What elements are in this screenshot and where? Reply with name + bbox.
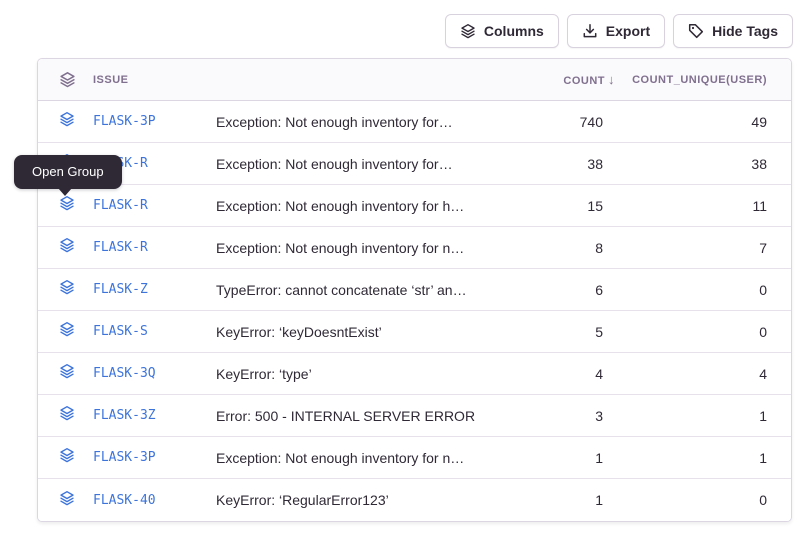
count-value: 740 [527,114,603,130]
count-unique-value: 7 [603,240,767,256]
count-value: 15 [527,198,603,214]
header-stack-icon [59,71,93,88]
stack-icon [59,405,75,426]
table-row: FLASK-3QKeyError: ‘type’44 [38,353,791,395]
issue-title: TypeError: cannot concatenate ‘str’ an… [216,282,527,298]
export-button-label: Export [606,23,650,39]
issue-link[interactable]: FLASK-3Z [93,408,216,423]
count-unique-value: 0 [603,324,767,340]
open-group-button[interactable] [59,279,93,300]
stack-icon [59,237,75,258]
table-row: FLASK-3PException: Not enough inventory … [38,437,791,479]
open-group-button[interactable] [59,195,93,216]
open-group-button[interactable] [59,237,93,258]
count-value: 4 [527,366,603,382]
table-row: FLASK-ZTypeError: cannot concatenate ‘st… [38,269,791,311]
count-value: 1 [527,450,603,466]
issue-title: Exception: Not enough inventory for n… [216,450,527,466]
open-group-button[interactable] [59,111,93,132]
count-unique-value: 1 [603,450,767,466]
issue-link[interactable]: FLASK-R [93,240,216,255]
issue-title: KeyError: ‘type’ [216,366,527,382]
count-value: 38 [527,156,603,172]
issue-link[interactable]: FLASK-3P [93,450,216,465]
count-value: 5 [527,324,603,340]
stack-icon [59,447,75,468]
count-unique-value: 49 [603,114,767,130]
issue-title: Error: 500 - INTERNAL SERVER ERROR [216,408,527,424]
count-unique-value: 1 [603,408,767,424]
issue-title: KeyError: ‘keyDoesntExist’ [216,324,527,340]
issue-link[interactable]: FLASK-R [93,198,216,213]
issue-title: KeyError: ‘RegularError123’ [216,492,527,508]
stack-icon [59,363,75,384]
tooltip-open-group: Open Group [14,155,122,189]
column-header-issue[interactable]: ISSUE [93,74,216,86]
count-value: 1 [527,492,603,508]
stack-icon [59,279,75,300]
column-header-count-unique[interactable]: COUNT_UNIQUE(USER) [603,74,767,86]
columns-button[interactable]: Columns [445,14,559,48]
issue-link[interactable]: FLASK-3Q [93,366,216,381]
count-unique-value: 0 [603,282,767,298]
issue-link[interactable]: FLASK-40 [93,493,216,508]
hide-tags-button-label: Hide Tags [712,23,778,39]
issue-title: Exception: Not enough inventory for n… [216,240,527,256]
hide-tags-button[interactable]: Hide Tags [673,14,793,48]
stack-icon [59,490,75,511]
issue-link[interactable]: FLASK-S [93,324,216,339]
issue-link[interactable]: FLASK-Z [93,282,216,297]
open-group-button[interactable] [59,447,93,468]
count-unique-value: 38 [603,156,767,172]
stack-icon [59,321,75,342]
columns-stack-icon [460,23,476,39]
download-icon [582,23,598,39]
table-row: FLASK-40KeyError: ‘RegularError123’10 [38,479,791,521]
count-unique-value: 4 [603,366,767,382]
count-unique-value: 11 [603,198,767,214]
column-header-count[interactable]: COUNT↓ [527,72,603,87]
table-row: FLASK-3ZError: 500 - INTERNAL SERVER ERR… [38,395,791,437]
tag-icon [688,23,704,39]
stack-icon [59,195,75,216]
table-row: FLASK-RException: Not enough inventory f… [38,143,791,185]
open-group-button[interactable] [59,321,93,342]
count-value: 3 [527,408,603,424]
count-value: 6 [527,282,603,298]
table-row: FLASK-RException: Not enough inventory f… [38,185,791,227]
issue-title: Exception: Not enough inventory for… [216,114,527,130]
table-row: FLASK-3PException: Not enough inventory … [38,101,791,143]
count-value: 8 [527,240,603,256]
issue-link[interactable]: FLASK-3P [93,114,216,129]
open-group-button[interactable] [59,490,93,511]
table-row: FLASK-SKeyError: ‘keyDoesntExist’50 [38,311,791,353]
tooltip-label: Open Group [32,164,104,179]
table-row: FLASK-RException: Not enough inventory f… [38,227,791,269]
columns-button-label: Columns [484,23,544,39]
toolbar: Columns Export Hide Tags [445,14,793,48]
stack-icon [59,111,75,132]
export-button[interactable]: Export [567,14,665,48]
open-group-button[interactable] [59,405,93,426]
open-group-button[interactable] [59,363,93,384]
issues-table: ISSUE COUNT↓ COUNT_UNIQUE(USER) FLASK-3P… [37,58,792,522]
count-unique-value: 0 [603,492,767,508]
issue-title: Exception: Not enough inventory for… [216,156,527,172]
issue-title: Exception: Not enough inventory for h… [216,198,527,214]
table-body: FLASK-3PException: Not enough inventory … [38,101,791,521]
table-header-row: ISSUE COUNT↓ COUNT_UNIQUE(USER) [38,59,791,101]
